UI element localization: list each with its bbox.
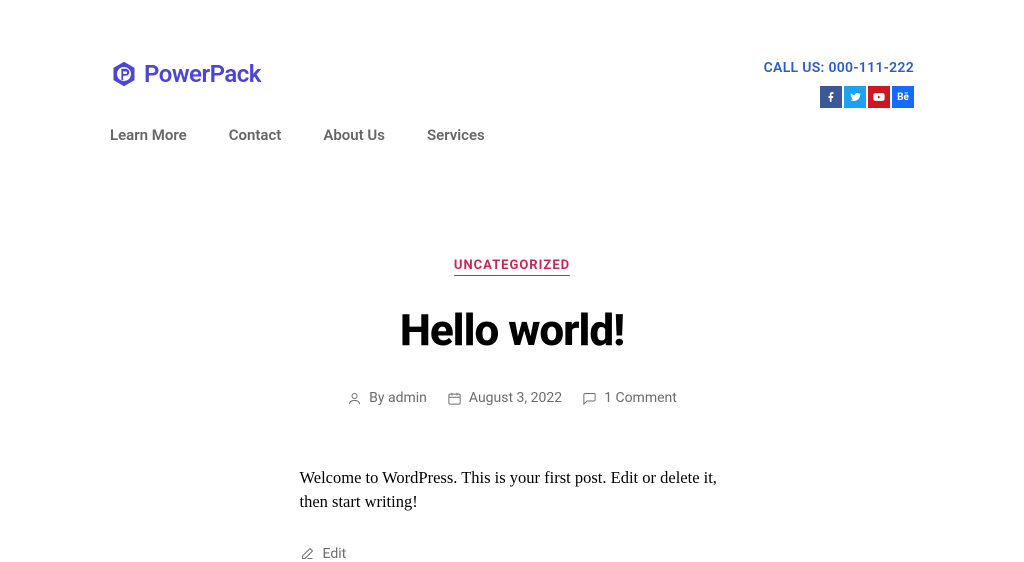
calendar-icon [447, 391, 462, 406]
post-comments-text: 1 Comment [604, 390, 677, 406]
nav-services[interactable]: Services [427, 126, 485, 144]
edit-post-link[interactable]: Edit [300, 546, 725, 562]
social-links: Bē [820, 86, 914, 108]
nav-learn-more[interactable]: Learn More [110, 126, 187, 144]
post-meta: By admin August 3, 2022 1 Comment [0, 390, 1024, 406]
nav-about-us[interactable]: About Us [323, 126, 385, 144]
behance-icon[interactable]: Bē [892, 86, 914, 108]
edit-icon [300, 546, 315, 561]
nav-contact[interactable]: Contact [229, 126, 282, 144]
twitter-icon[interactable] [844, 86, 866, 108]
user-icon [347, 391, 362, 406]
post-date-text: August 3, 2022 [469, 390, 562, 406]
youtube-icon[interactable] [868, 86, 890, 108]
post-content: Welcome to WordPress. This is your first… [300, 466, 725, 514]
post-title: Hello world! [0, 304, 1024, 356]
post-date[interactable]: August 3, 2022 [447, 390, 562, 406]
post-category-link[interactable]: UNCATEGORIZED [454, 258, 570, 276]
call-us-text[interactable]: CALL US: 000-111-222 [764, 60, 914, 76]
post-author[interactable]: By admin [347, 390, 427, 406]
comment-icon [582, 391, 597, 406]
logo[interactable]: PowerPack [110, 60, 261, 88]
powerpack-icon [110, 60, 138, 88]
facebook-icon[interactable] [820, 86, 842, 108]
main-nav: Learn More Contact About Us Services [0, 108, 1024, 144]
post: UNCATEGORIZED Hello world! By admin Augu… [0, 254, 1024, 562]
post-author-text: By admin [369, 390, 427, 406]
site-header: PowerPack CALL US: 000-111-222 Bē [0, 0, 1024, 108]
logo-text: PowerPack [144, 60, 261, 88]
post-comments[interactable]: 1 Comment [582, 390, 677, 406]
edit-label: Edit [323, 546, 347, 562]
header-right: CALL US: 000-111-222 Bē [764, 60, 914, 108]
